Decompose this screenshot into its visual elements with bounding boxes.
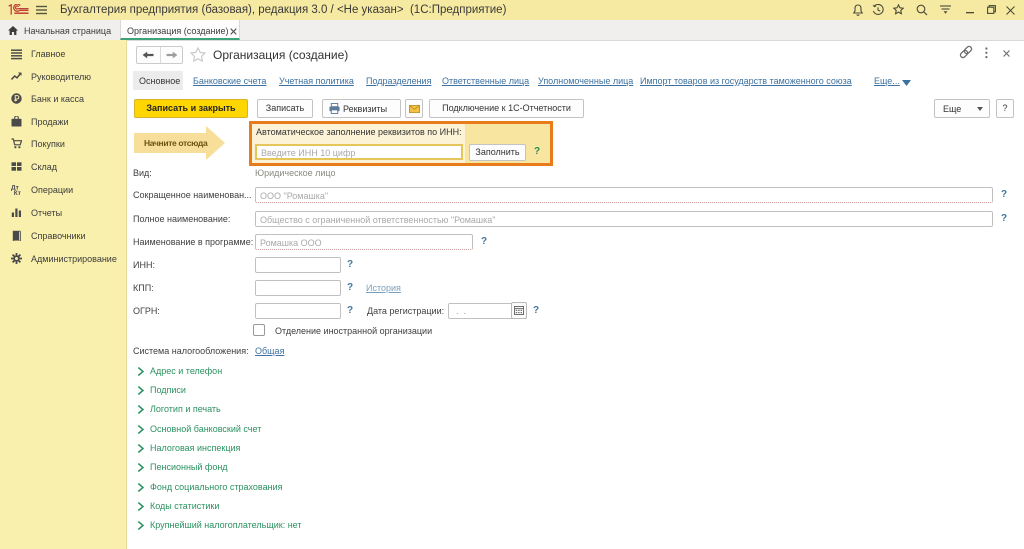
- svg-text:Кт: Кт: [14, 190, 21, 195]
